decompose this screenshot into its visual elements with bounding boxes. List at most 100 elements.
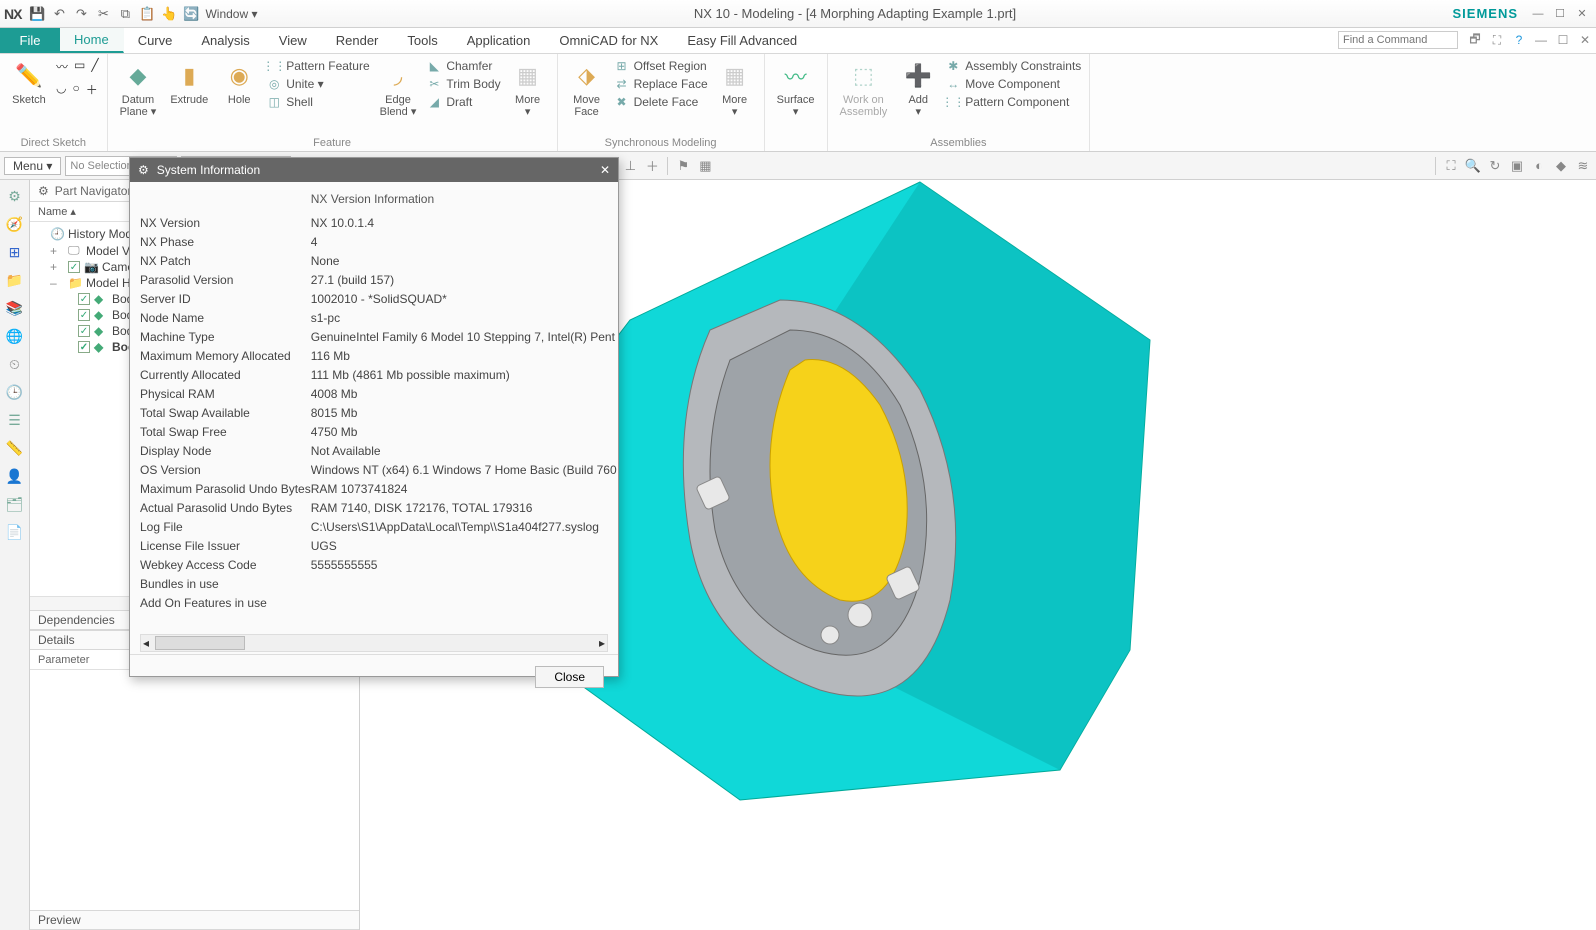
view-render-icon[interactable]: ◆: [1552, 157, 1570, 175]
move-component-button[interactable]: ↔Move Component: [945, 76, 1081, 92]
feature-more-button[interactable]: ▦More ▾: [507, 58, 549, 120]
window-menu[interactable]: Window ▾: [205, 6, 257, 22]
minimize-icon[interactable]: —: [1528, 6, 1548, 22]
clip-icon[interactable]: 🗂: [5, 494, 25, 514]
offset-region-button[interactable]: ⊞Offset Region: [614, 58, 708, 74]
tab-view[interactable]: View: [265, 28, 322, 53]
tab-curve[interactable]: Curve: [124, 28, 188, 53]
roles-icon[interactable]: 👤: [5, 466, 25, 486]
shell-button[interactable]: ◫Shell: [266, 94, 369, 110]
close-icon[interactable]: ✕: [1572, 6, 1592, 22]
view-rotate-icon[interactable]: ↻: [1486, 157, 1504, 175]
circle-icon[interactable]: ○: [72, 81, 79, 98]
tab-application[interactable]: Application: [453, 28, 546, 53]
dialog-titlebar[interactable]: ⚙ System Information ✕: [130, 158, 618, 182]
tab-render[interactable]: Render: [322, 28, 394, 53]
line-icon[interactable]: ╱: [91, 58, 98, 75]
add-icon: ➕: [902, 60, 934, 92]
profile-icon[interactable]: 〰: [56, 58, 68, 75]
tab-tools[interactable]: Tools: [393, 28, 452, 53]
snap-perp-icon[interactable]: ＋: [643, 157, 661, 175]
datum-plane-button[interactable]: ◆Datum Plane ▾: [116, 58, 161, 120]
extrude-button[interactable]: ▮Extrude: [166, 58, 212, 108]
cut-icon[interactable]: ✂: [95, 6, 111, 22]
repeat-icon[interactable]: 🔄: [183, 6, 199, 22]
chamfer-button[interactable]: ◣Chamfer: [426, 58, 500, 74]
replace-icon: ⇄: [614, 76, 630, 92]
unite-button[interactable]: ◎Unite ▾: [266, 76, 369, 92]
move-face-button[interactable]: ⬗Move Face: [566, 58, 608, 120]
history-icon[interactable]: ⏲: [5, 354, 25, 374]
draft-button[interactable]: ◢Draft: [426, 94, 500, 110]
maximize-icon[interactable]: ☐: [1550, 6, 1570, 22]
gear-icon[interactable]: ⚙: [38, 184, 49, 198]
point-icon[interactable]: ＋: [86, 81, 98, 98]
restore-down-icon[interactable]: 🗗: [1466, 31, 1484, 49]
edge-blend-button[interactable]: ◞Edge Blend ▾: [376, 58, 421, 120]
tab-analysis[interactable]: Analysis: [187, 28, 264, 53]
settings-icon[interactable]: ⚙: [5, 186, 25, 206]
dialog-row-value: s1-pc: [311, 309, 617, 328]
doc-minimize-icon[interactable]: —: [1532, 31, 1550, 49]
doc-close-icon[interactable]: ✕: [1576, 31, 1594, 49]
constraint-nav-icon[interactable]: ⊞: [5, 242, 25, 262]
dialog-heading: NX Version Information: [311, 192, 617, 206]
touch-icon[interactable]: 👆: [161, 6, 177, 22]
view-shade-icon[interactable]: ◐: [1530, 157, 1548, 175]
trim-body-button[interactable]: ✂Trim Body: [426, 76, 500, 92]
save-icon[interactable]: 💾: [29, 6, 45, 22]
pattern-feature-button[interactable]: ⋮⋮Pattern Feature: [266, 58, 369, 74]
undo-icon[interactable]: ↶: [51, 6, 67, 22]
sketch-button[interactable]: ✏️Sketch: [8, 58, 50, 108]
copy-icon[interactable]: ⧉: [117, 6, 133, 22]
rectangle-icon[interactable]: ▭: [74, 58, 85, 75]
group-assemblies: ⬚Work on Assembly ➕Add ▾ ✱Assembly Const…: [828, 54, 1091, 151]
delete-face-button[interactable]: ✖Delete Face: [614, 94, 708, 110]
view-zoom-icon[interactable]: 🔍: [1464, 157, 1482, 175]
reuse-icon[interactable]: 📁: [5, 270, 25, 290]
tab-file[interactable]: File: [0, 28, 60, 53]
layers-icon[interactable]: ☰: [5, 410, 25, 430]
pattern-component-button[interactable]: ⋮⋮Pattern Component: [945, 94, 1081, 110]
tab-easyfill[interactable]: Easy Fill Advanced: [673, 28, 812, 53]
help-icon[interactable]: ?: [1510, 31, 1528, 49]
dialog-close-icon[interactable]: ✕: [600, 163, 610, 177]
wcs-icon[interactable]: ⚑: [674, 157, 692, 175]
paste-icon[interactable]: 📋: [139, 6, 155, 22]
doc-restore-icon[interactable]: ☐: [1554, 31, 1572, 49]
dialog-close-button[interactable]: Close: [535, 666, 604, 688]
add-component-button[interactable]: ➕Add ▾: [897, 58, 939, 120]
arc-icon[interactable]: ◡: [56, 81, 66, 98]
clock-icon: 🕘: [50, 227, 64, 241]
snap-tan-icon[interactable]: ⊥: [621, 157, 639, 175]
grid-icon[interactable]: ▦: [696, 157, 714, 175]
replace-face-button[interactable]: ⇄Replace Face: [614, 76, 708, 92]
sync-more-button[interactable]: ▦More ▾: [714, 58, 756, 120]
dialog-row-label: License File Issuer: [140, 537, 311, 556]
hole-button[interactable]: ◉Hole: [218, 58, 260, 108]
hd3d-icon[interactable]: 🕒: [5, 382, 25, 402]
tab-omnicad[interactable]: OmniCAD for NX: [545, 28, 673, 53]
sheet-icon[interactable]: 📄: [5, 522, 25, 542]
dialog-row-value: 1002010 - *SolidSQUAD*: [311, 290, 617, 309]
fullscreen-icon[interactable]: ⛶: [1488, 31, 1506, 49]
work-on-assembly-button[interactable]: ⬚Work on Assembly: [836, 58, 892, 120]
assembly-constraints-button[interactable]: ✱Assembly Constraints: [945, 58, 1081, 74]
tab-home[interactable]: Home: [60, 28, 124, 53]
measure-icon[interactable]: 📏: [5, 438, 25, 458]
command-search[interactable]: [1338, 31, 1458, 49]
redo-icon[interactable]: ↷: [73, 6, 89, 22]
view-fit-icon[interactable]: ⛶: [1442, 157, 1460, 175]
library-icon[interactable]: 📚: [5, 298, 25, 318]
dialog-row-label: Maximum Parasolid Undo Bytes: [140, 480, 311, 499]
dialog-row-label: NX Phase: [140, 233, 311, 252]
dialog-hscroll[interactable]: ◂▸: [140, 634, 608, 652]
menu-button[interactable]: Menu ▾: [4, 157, 61, 175]
nav-preview[interactable]: Preview: [30, 910, 359, 930]
dialog-row-label: Node Name: [140, 309, 311, 328]
view-layers-icon[interactable]: ≋: [1574, 157, 1592, 175]
view-orient-icon[interactable]: ▣: [1508, 157, 1526, 175]
nav-icon[interactable]: 🧭: [5, 214, 25, 234]
web-icon[interactable]: 🌐: [5, 326, 25, 346]
surface-button[interactable]: 〰Surface ▾: [773, 58, 819, 120]
